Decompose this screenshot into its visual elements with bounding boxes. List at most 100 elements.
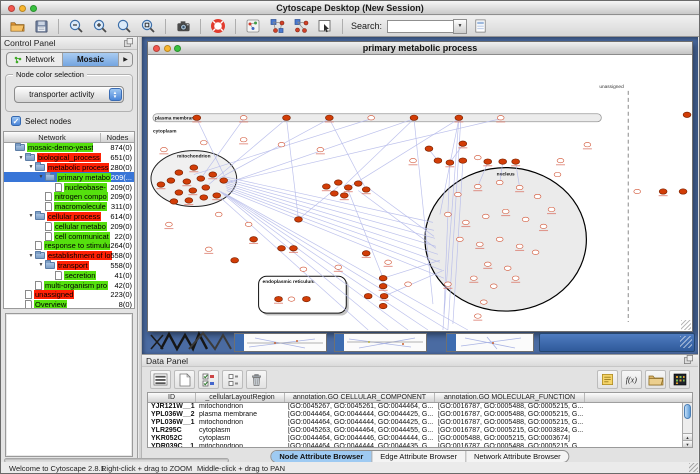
tab-mosaic[interactable]: Mosaic [63, 53, 119, 66]
save-session-button[interactable] [30, 17, 52, 36]
expand-arrow-icon[interactable]: ▼ [37, 262, 45, 268]
network-node[interactable] [335, 265, 342, 269]
float-panel-icon[interactable] [683, 354, 694, 367]
column-header-nodes[interactable]: Nodes [100, 133, 134, 142]
network-node[interactable] [470, 276, 477, 280]
tree-row[interactable]: multi-organism pro42(0) [4, 280, 134, 290]
network-panel-button[interactable] [242, 17, 264, 36]
network-node[interactable] [474, 155, 481, 159]
tree-row[interactable]: mosaic-demo-yeast874(0) [4, 143, 134, 153]
tab-node-attribute-browser[interactable]: Node Attribute Browser [271, 451, 372, 462]
network-node[interactable] [499, 159, 507, 164]
network-node[interactable] [330, 191, 338, 196]
snapshot-button[interactable] [172, 17, 194, 36]
network-node[interactable] [445, 282, 452, 286]
network-node[interactable] [200, 140, 207, 144]
network-node[interactable] [303, 296, 311, 301]
network-node[interactable] [490, 284, 497, 288]
network-node[interactable] [197, 176, 205, 181]
table-row[interactable]: YJR121W__1mitochondrion[GO:0045267, GO:0… [148, 403, 682, 411]
network-node[interactable] [364, 293, 372, 298]
tree-row[interactable]: nitrogen compo209(0) [4, 192, 134, 202]
expand-arrow-icon[interactable]: ▼ [27, 253, 35, 259]
network-node[interactable] [200, 195, 208, 200]
network-node[interactable] [410, 115, 418, 120]
tree-row[interactable]: ▼biological_process651(0) [4, 153, 134, 163]
network-node[interactable] [175, 190, 183, 195]
minimize-icon[interactable] [164, 45, 171, 52]
network-node[interactable] [445, 212, 452, 216]
function-builder-button[interactable]: f(x) [621, 370, 642, 389]
network-node[interactable] [425, 146, 433, 151]
tree-row[interactable]: cellular metabo209(0) [4, 221, 134, 231]
zoom-button[interactable] [30, 5, 37, 12]
table-scrollbar[interactable]: ▲ ▼ [682, 403, 692, 447]
network-node[interactable] [405, 282, 412, 286]
network-node[interactable] [157, 182, 165, 187]
network-node[interactable] [202, 185, 210, 190]
network-node[interactable] [502, 209, 509, 213]
zoom-fit-button[interactable] [137, 17, 159, 36]
network-node[interactable] [379, 276, 387, 281]
minimized-window-thumbnail[interactable] [234, 333, 327, 352]
network-node[interactable] [474, 184, 481, 188]
network-node[interactable] [512, 276, 519, 280]
network-node[interactable] [496, 237, 503, 241]
table-row[interactable]: YDR039C__1mitochondrion[GO:0044464, GO:0… [148, 443, 682, 447]
network-node[interactable] [480, 300, 487, 304]
annotation-button[interactable] [597, 370, 618, 389]
network-node[interactable] [476, 242, 483, 246]
network-node[interactable] [193, 115, 201, 120]
new-attribute-button[interactable] [174, 370, 195, 389]
tree-row[interactable]: secretion41(0) [4, 270, 134, 280]
tab-edge-attribute-browser[interactable]: Edge Attribute Browser [372, 451, 466, 462]
network-node[interactable] [474, 314, 481, 318]
network-node[interactable] [459, 158, 467, 163]
network-node[interactable] [368, 116, 375, 120]
expand-arrow-icon[interactable]: ▼ [17, 155, 25, 161]
network-node[interactable] [250, 237, 258, 242]
network-node[interactable] [683, 112, 691, 117]
network-node[interactable] [340, 193, 348, 198]
network-node[interactable] [496, 180, 503, 184]
network-node[interactable] [278, 142, 285, 146]
expand-arrow-icon[interactable]: ▼ [37, 174, 45, 180]
network-window-titlebar[interactable]: primary metabolic process [148, 42, 692, 55]
float-panel-icon[interactable] [123, 37, 134, 50]
create-network-view-button[interactable] [266, 17, 288, 36]
table-row[interactable]: YLR295Ccytoplasm[GO:0045263, GO:0044464,… [148, 427, 682, 435]
network-node[interactable] [634, 189, 641, 193]
network-edge[interactable] [384, 270, 444, 296]
network-node[interactable] [484, 159, 492, 164]
network-edge[interactable] [227, 119, 501, 183]
help-button[interactable] [207, 17, 229, 36]
network-node[interactable] [446, 160, 454, 165]
network-node[interactable] [362, 251, 370, 256]
network-node[interactable] [325, 115, 333, 120]
network-node[interactable] [167, 178, 175, 183]
select-mode-button[interactable] [314, 17, 336, 36]
scroll-up-arrow[interactable]: ▲ [683, 433, 692, 440]
zoom-icon[interactable] [174, 45, 181, 52]
search-dropdown-arrow[interactable]: ▼ [453, 19, 467, 34]
network-node[interactable] [288, 297, 295, 301]
network-edge[interactable] [329, 119, 366, 190]
zoom-in-button[interactable] [89, 17, 111, 36]
network-node[interactable] [170, 199, 178, 204]
network-canvas[interactable]: plasma membrane cytoplasm mitochondrion … [148, 55, 692, 331]
select-nodes-checkbox[interactable]: ✓ [11, 116, 21, 126]
network-node[interactable] [240, 116, 247, 120]
tree-row[interactable]: ▼metabolic process280(0) [4, 163, 134, 173]
network-node[interactable] [278, 246, 286, 251]
tree-row[interactable]: nucleobase-209(0) [4, 182, 134, 192]
network-node[interactable] [240, 138, 247, 142]
expand-arrow-icon[interactable]: ▼ [27, 164, 35, 170]
network-node[interactable] [455, 115, 463, 120]
minimize-button[interactable] [19, 5, 26, 12]
color-matrix-button[interactable] [669, 370, 690, 389]
network-node[interactable] [454, 192, 461, 196]
tree-row[interactable]: ▼establishment of lo558(0) [4, 251, 134, 261]
column-header[interactable]: ID [148, 393, 196, 402]
network-node[interactable] [344, 185, 352, 190]
tree-row[interactable]: cell communicat22(0) [4, 231, 134, 241]
